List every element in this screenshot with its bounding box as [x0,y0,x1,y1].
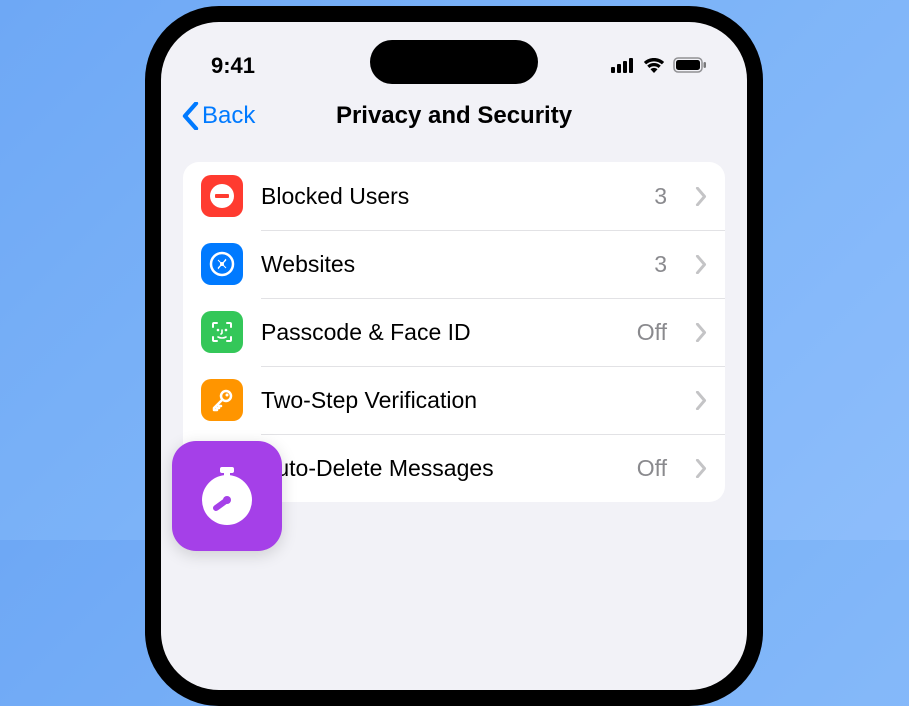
key-icon [201,379,243,421]
chevron-right-icon [695,459,707,478]
row-value: Off [637,319,667,346]
compass-icon [201,243,243,285]
cellular-icon [611,53,635,79]
phone-frame: 9:41 Back Privacy and Security [145,6,763,706]
battery-icon [673,53,707,79]
nav-bar: Back Privacy and Security [161,86,747,148]
row-value: 3 [654,251,667,278]
chevron-left-icon [181,102,200,130]
row-label: Websites [261,251,636,278]
row-two-step-verification[interactable]: Two-Step Verification [183,366,725,434]
back-button[interactable]: Back [181,102,255,130]
phone-screen: 9:41 Back Privacy and Security [161,22,747,690]
row-label: Auto-Delete Messages [261,455,619,482]
stopwatch-overlay-icon [172,441,282,551]
chevron-right-icon [695,255,707,274]
row-blocked-users[interactable]: Blocked Users 3 [183,162,725,230]
faceid-icon [201,311,243,353]
row-label: Blocked Users [261,183,636,210]
status-time: 9:41 [211,53,255,79]
page-title: Privacy and Security [336,102,572,130]
row-label: Two-Step Verification [261,387,649,414]
chevron-right-icon [695,323,707,342]
chevron-right-icon [695,391,707,410]
dynamic-island [370,40,538,84]
row-passcode-faceid[interactable]: Passcode & Face ID Off [183,298,725,366]
row-value: 3 [654,183,667,210]
row-label: Passcode & Face ID [261,319,619,346]
back-label: Back [202,102,255,130]
row-websites[interactable]: Websites 3 [183,230,725,298]
row-value: Off [637,455,667,482]
blocked-icon [201,175,243,217]
wifi-icon [643,53,665,79]
chevron-right-icon [695,187,707,206]
